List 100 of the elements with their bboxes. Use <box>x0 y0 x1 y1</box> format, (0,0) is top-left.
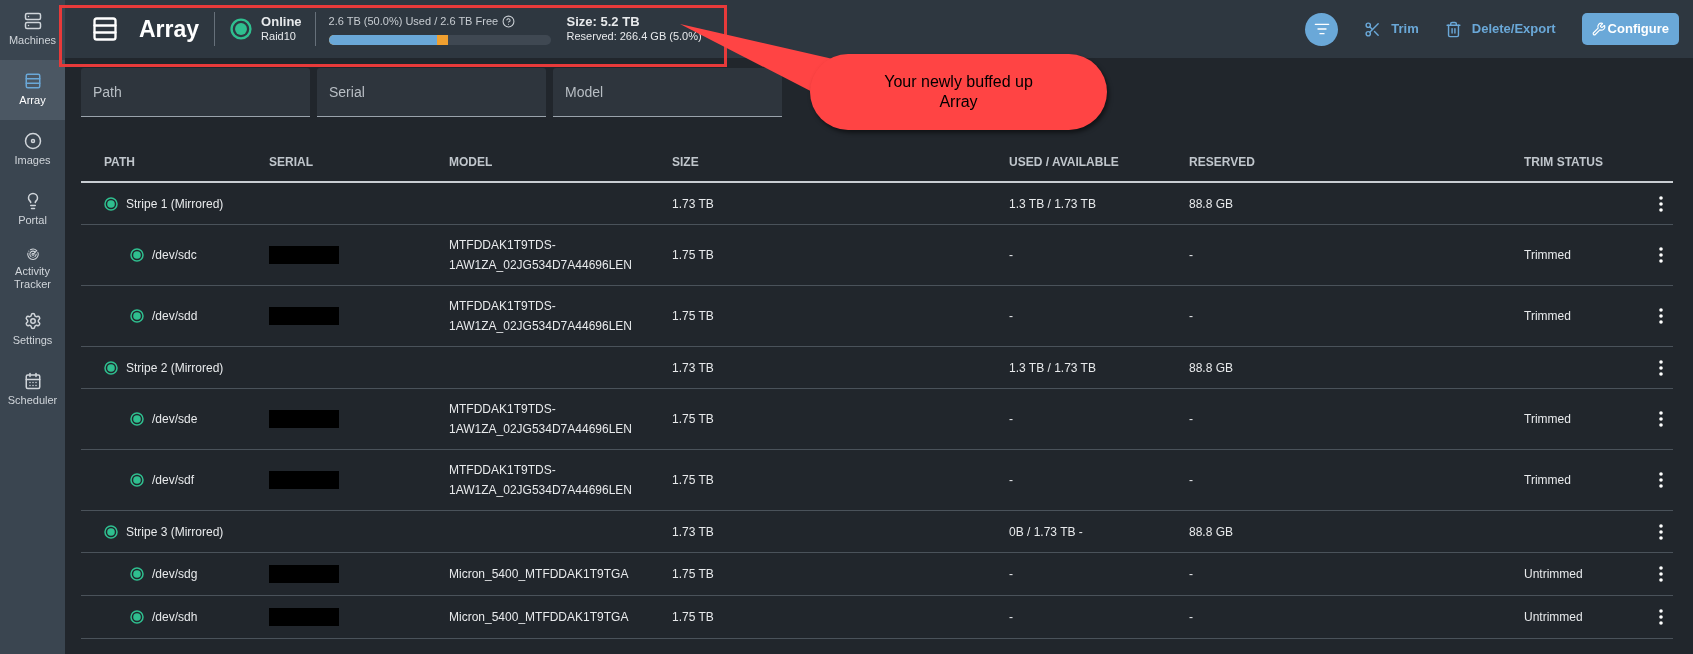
reserved-text: Reserved: 266.4 GB (5.0%) <box>566 30 702 44</box>
status-icon <box>130 412 144 426</box>
size-text: Size: 5.2 TB <box>566 14 641 31</box>
action-button[interactable]: Trim <box>1364 19 1419 39</box>
column-header: RESERVED <box>1189 154 1256 171</box>
path-cell-text: Stripe 3 (Mirrored) <box>126 523 224 541</box>
path-cell-text: Stripe 2 (Mirrored) <box>126 359 224 377</box>
scissors-icon <box>1364 20 1382 38</box>
column-header: USED / AVAILABLE <box>1009 154 1120 171</box>
status-icon <box>104 360 118 375</box>
reserved-cell-text: - <box>1189 308 1194 325</box>
list-icon <box>23 72 42 91</box>
reserved-cell-text: - <box>1189 609 1194 626</box>
column-header: SERIAL <box>269 154 314 171</box>
column-header: TRIM STATUS <box>1524 154 1604 171</box>
filter-icon <box>1313 21 1330 37</box>
trim-status-cell-text: Untrimmed <box>1524 566 1584 583</box>
size-cell-text: 1.73 TB <box>672 359 715 377</box>
path-cell-text: /dev/sdg <box>152 566 198 583</box>
reserved-cell-text: 88.8 GB <box>1189 195 1235 213</box>
more-icon <box>1659 195 1663 212</box>
used-cell-text: - <box>1009 308 1014 325</box>
list-icon <box>91 15 119 43</box>
trim-status-cell-text: Untrimmed <box>1524 609 1584 626</box>
gear-icon <box>23 312 42 331</box>
used-cell-text: - <box>1009 609 1014 626</box>
filter-field[interactable]: Model <box>553 68 782 117</box>
trim-status-cell-text: Trimmed <box>1524 411 1572 428</box>
reserved-cell-text: - <box>1189 411 1194 428</box>
reserved-cell-text: - <box>1189 472 1194 489</box>
trash-icon <box>1444 20 1462 38</box>
filter-field[interactable]: Serial <box>317 68 546 117</box>
path-cell-text: Stripe 1 (Mirrored) <box>126 195 224 213</box>
more-icon <box>1659 247 1663 263</box>
filter-field[interactable]: Path <box>81 68 310 117</box>
path-cell-text: /dev/sdf <box>152 472 195 489</box>
status-icon <box>130 248 144 262</box>
reserved-cell-text: 88.8 GB <box>1189 359 1235 377</box>
more-icon <box>1659 359 1663 376</box>
sidebar-item[interactable]: Images <box>0 120 65 180</box>
model-cell-text: MTFDDAK1T9TDS- 1AW1ZA_02JG534D7A44696LEN <box>449 298 633 335</box>
model-cell-text: Micron_5400_MTFDDAK1T9TGA <box>449 609 630 626</box>
sidebar-item[interactable]: Activity Tracker <box>0 240 65 300</box>
filter-button[interactable] <box>1305 12 1339 46</box>
path-cell-text: /dev/sdd <box>152 308 198 325</box>
used-cell-text: - <box>1009 247 1014 264</box>
calendar-icon <box>23 372 42 391</box>
size-cell-text: 1.75 TB <box>672 411 715 428</box>
path-cell-text: /dev/sde <box>152 411 198 428</box>
raid-level: Raid10 <box>261 30 297 44</box>
sidebar-item[interactable]: Machines <box>0 0 65 60</box>
sidebar-item[interactable]: Settings <box>0 300 65 360</box>
status-icon <box>104 524 118 539</box>
used-cell-text: - <box>1009 566 1014 583</box>
reserved-cell-text: 88.8 GB <box>1189 523 1235 541</box>
used-cell-text: 1.3 TB / 1.73 TB <box>1009 359 1097 377</box>
model-cell-text: Micron_5400_MTFDDAK1T9TGA <box>449 566 630 583</box>
used-cell-text: 1.3 TB / 1.73 TB <box>1009 195 1097 213</box>
model-cell-text: MTFDDAK1T9TDS- 1AW1ZA_02JG534D7A44696LEN <box>449 401 633 438</box>
reserved-cell-text: - <box>1189 566 1194 583</box>
more-icon <box>1659 472 1663 488</box>
page-title: Array <box>139 14 200 44</box>
trim-status-cell-text: Trimmed <box>1524 308 1572 325</box>
path-cell-text: /dev/sdc <box>152 247 197 264</box>
trim-status-cell-text: Trimmed <box>1524 247 1572 264</box>
used-cell-text: - <box>1009 472 1014 489</box>
status-label: Online <box>261 14 302 31</box>
size-cell-text: 1.73 TB <box>672 523 715 541</box>
column-header: SIZE <box>672 154 700 171</box>
wrench-icon <box>1591 22 1606 36</box>
trim-status-cell-text: Trimmed <box>1524 472 1572 489</box>
status-icon <box>104 196 118 211</box>
disc-icon <box>23 132 42 151</box>
server-icon <box>23 12 42 31</box>
model-cell-text: MTFDDAK1T9TDS- 1AW1ZA_02JG534D7A44696LEN <box>449 462 633 499</box>
path-cell-text: /dev/sdh <box>152 609 198 626</box>
sidebar-item[interactable]: Portal <box>0 180 65 240</box>
column-header: MODEL <box>449 154 494 171</box>
size-cell-text: 1.73 TB <box>672 195 715 213</box>
used-cell-text: - <box>1009 411 1014 428</box>
used-cell-text: 0B / 1.73 TB - <box>1009 523 1084 541</box>
more-icon <box>1659 566 1663 582</box>
usage-text: 2.6 TB (50.0%) Used / 2.6 TB Free <box>328 14 499 30</box>
column-header: PATH <box>104 154 136 171</box>
size-cell-text: 1.75 TB <box>672 472 715 489</box>
reserved-cell-text: - <box>1189 247 1194 264</box>
size-cell-text: 1.75 TB <box>672 609 715 626</box>
size-cell-text: 1.75 TB <box>672 308 715 325</box>
status-icon <box>130 309 144 323</box>
more-icon <box>1659 411 1663 427</box>
callout-bubble: Your newly buffed up Array <box>810 54 1107 130</box>
more-icon <box>1659 308 1663 324</box>
size-cell-text: 1.75 TB <box>672 566 715 583</box>
sidebar-item[interactable]: Array <box>0 60 65 120</box>
more-icon <box>1659 609 1663 625</box>
status-icon <box>130 610 144 624</box>
help-icon[interactable] <box>502 15 516 28</box>
size-cell-text: 1.75 TB <box>672 247 715 264</box>
action-button[interactable]: Delete/Export <box>1444 19 1556 39</box>
sidebar-item[interactable]: Scheduler <box>0 360 65 420</box>
